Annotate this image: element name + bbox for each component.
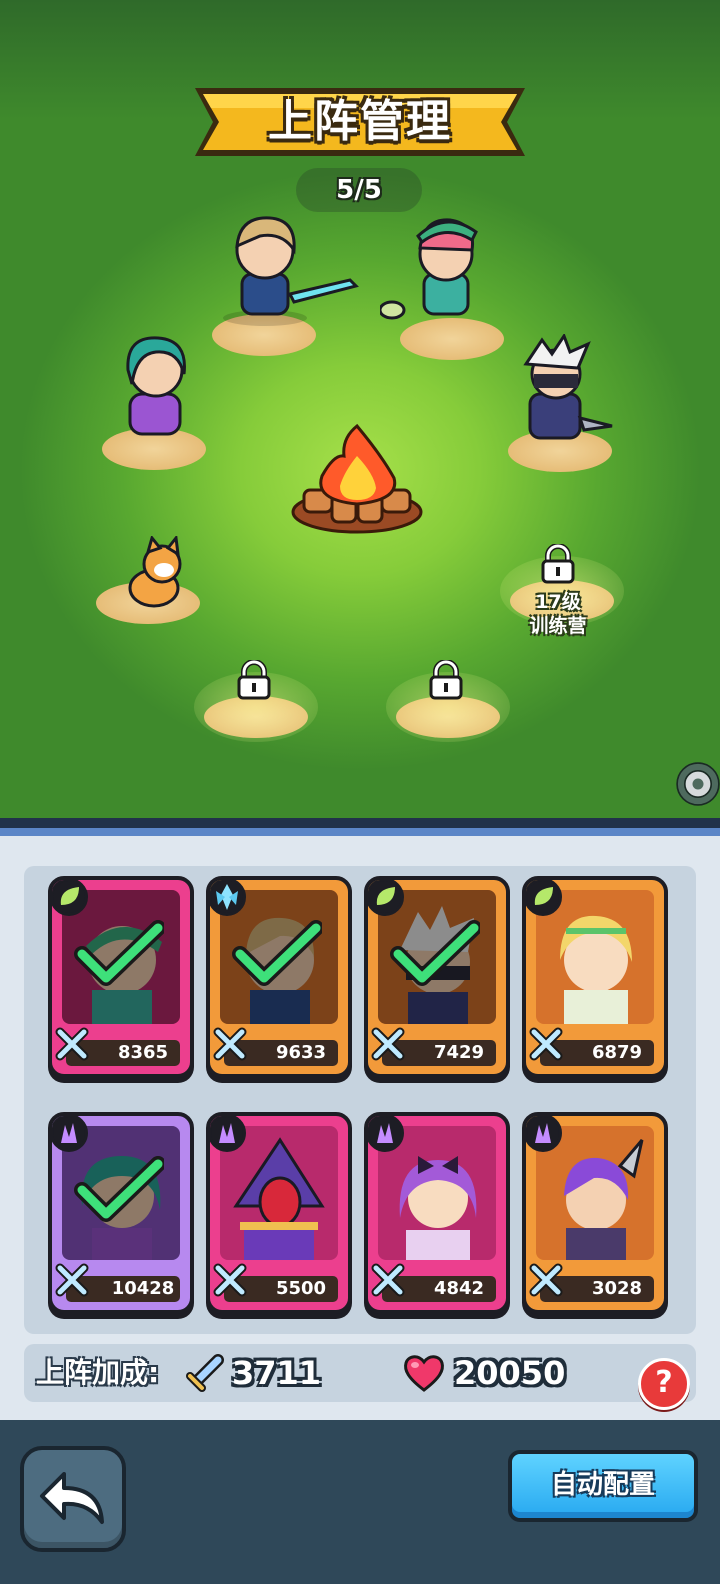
hero-dancer[interactable]: [108, 330, 218, 450]
dark-element-icon: [526, 1116, 562, 1152]
power-value: 8365: [117, 1042, 169, 1063]
bonus-label: 上阵加成:: [36, 1356, 160, 1389]
ice-element-icon: [210, 880, 246, 916]
leaf-element-icon: [368, 880, 404, 916]
leaf-element-icon: [52, 880, 88, 916]
hero-archer[interactable]: [380, 210, 500, 330]
deploy-bonus-bar: 上阵加成: 3711 20050: [24, 1344, 696, 1402]
crossed-swords-icon: [55, 1263, 89, 1297]
hero-card[interactable]: 10428: [48, 1112, 194, 1314]
power-value: 9633: [275, 1042, 327, 1063]
power-value: 7429: [433, 1042, 485, 1063]
hero-ninja[interactable]: [512, 334, 622, 454]
locked-slot-level: 17级: [535, 591, 581, 613]
deployed-check-icon: [74, 920, 164, 986]
gear-icon[interactable]: [676, 744, 720, 824]
hero-card[interactable]: 4842: [364, 1112, 510, 1314]
auto-deploy-button[interactable]: 自动配置: [508, 1450, 698, 1522]
hero-card[interactable]: 9633: [206, 876, 352, 1078]
dark-element-icon: [210, 1116, 246, 1152]
crossed-swords-icon: [529, 1027, 563, 1061]
heart-icon: [404, 1355, 444, 1392]
bonus-hp-value: 20050: [454, 1354, 566, 1392]
lock-icon: [541, 544, 575, 584]
deployed-check-icon: [74, 1156, 164, 1222]
crossed-swords-icon: [55, 1027, 89, 1061]
battlefield: 上阵管理 5/5 17级 训练营: [0, 0, 720, 830]
dark-element-icon: [368, 1116, 404, 1152]
back-arrow-icon: [40, 1472, 104, 1524]
hero-card[interactable]: 3028: [522, 1112, 668, 1314]
back-button[interactable]: [20, 1446, 126, 1552]
hero-card[interactable]: 8365: [48, 876, 194, 1078]
bonus-attack-value: 3711: [232, 1354, 322, 1392]
deploy-count: 5/5: [296, 168, 422, 212]
power-value: 10428: [111, 1278, 175, 1299]
hero-shiba[interactable]: [114, 536, 194, 616]
crossed-swords-icon: [213, 1027, 247, 1061]
deployed-check-icon: [232, 920, 322, 986]
page-title: 上阵管理: [268, 96, 452, 147]
help-button[interactable]: ?: [638, 1358, 690, 1410]
power-value: 6879: [591, 1042, 643, 1063]
campfire-icon: [291, 423, 423, 534]
crossed-swords-icon: [371, 1027, 405, 1061]
panel-top-strip: [0, 828, 720, 836]
crossed-swords-icon: [371, 1263, 405, 1297]
locked-slot-building: 训练营: [529, 615, 587, 637]
hero-card[interactable]: 6879: [522, 876, 668, 1078]
slot-locked-2[interactable]: [194, 672, 318, 742]
slot-locked-3[interactable]: [386, 672, 510, 742]
hero-card[interactable]: 5500: [206, 1112, 352, 1314]
sword-icon: [186, 1354, 224, 1392]
hero-card[interactable]: 7429: [364, 876, 510, 1078]
title-banner: 上阵管理: [195, 82, 525, 162]
power-value: 4842: [433, 1278, 485, 1299]
crossed-swords-icon: [213, 1263, 247, 1297]
power-value: 3028: [591, 1278, 643, 1299]
crossed-swords-icon: [529, 1263, 563, 1297]
leaf-element-icon: [526, 880, 562, 916]
power-value: 5500: [275, 1278, 327, 1299]
lock-icon: [237, 660, 271, 700]
deployed-check-icon: [390, 920, 480, 986]
dark-element-icon: [52, 1116, 88, 1152]
hero-swordsman[interactable]: [210, 210, 360, 330]
lock-icon: [429, 660, 463, 700]
